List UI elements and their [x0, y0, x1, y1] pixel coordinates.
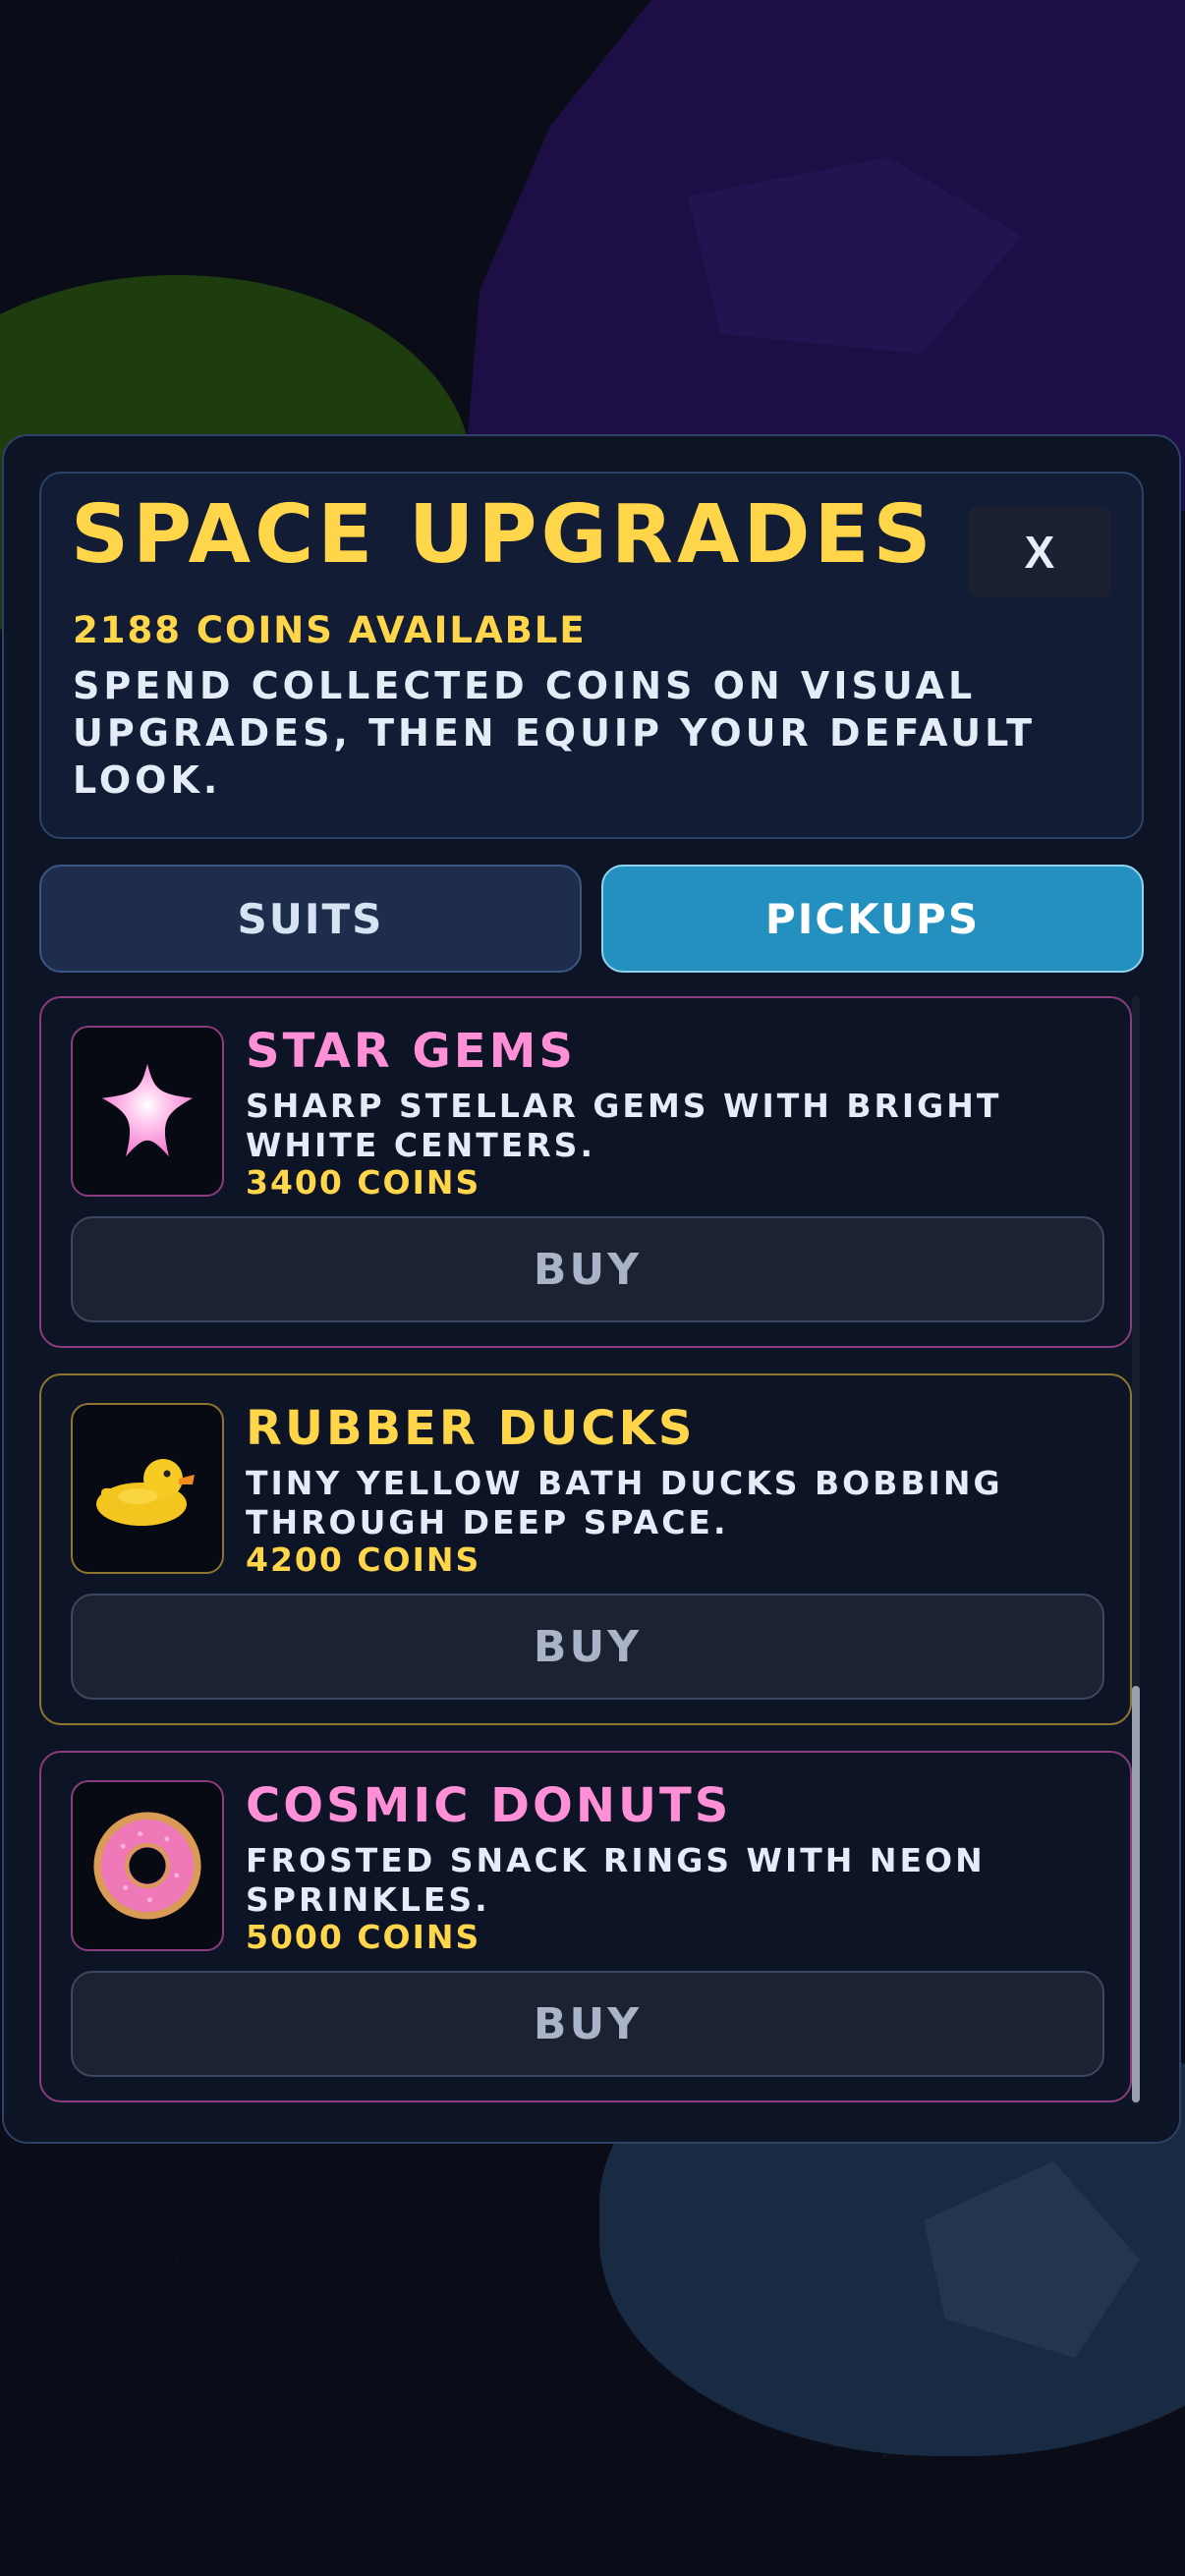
- item-description: SHARP STELLAR GEMS WITH BRIGHT WHITE CEN…: [246, 1087, 1002, 1164]
- pickup-list[interactable]: STAR GEMS SHARP STELLAR GEMS WITH BRIGHT…: [39, 996, 1132, 2104]
- list-item-cosmic-donuts: COSMIC DONUTS FROSTED SNACK RINGS WITH N…: [39, 1751, 1132, 2102]
- item-name: COSMIC DONUTS: [246, 1778, 732, 1833]
- buy-button[interactable]: BUY: [71, 1594, 1104, 1700]
- tab-suits[interactable]: SUITS: [39, 865, 582, 973]
- rubber-duck-icon: [71, 1403, 224, 1574]
- item-name: RUBBER DUCKS: [246, 1401, 696, 1456]
- item-description: FROSTED SNACK RINGS WITH NEON SPRINKLES.: [246, 1841, 986, 1919]
- item-price: 5000 COINS: [246, 1918, 481, 1956]
- modal-title: SPACE UPGRADES: [71, 488, 935, 582]
- list-item-star-gems: STAR GEMS SHARP STELLAR GEMS WITH BRIGHT…: [39, 996, 1132, 1348]
- list-item-rubber-ducks: RUBBER DUCKS TINY YELLOW BATH DUCKS BOBB…: [39, 1373, 1132, 1725]
- modal-description: SPEND COLLECTED COINS ON VISUAL UPGRADES…: [73, 664, 1037, 802]
- item-name: STAR GEMS: [246, 1024, 576, 1079]
- buy-button[interactable]: BUY: [71, 1971, 1104, 2077]
- star-gem-icon: [71, 1026, 224, 1197]
- item-price: 4200 COINS: [246, 1540, 481, 1579]
- close-button[interactable]: X: [968, 507, 1111, 597]
- item-price: 3400 COINS: [246, 1163, 481, 1202]
- coins-available: 2188 COINS AVAILABLE: [73, 609, 587, 651]
- tab-pickups[interactable]: PICKUPS: [601, 865, 1144, 973]
- donut-icon: [71, 1780, 224, 1951]
- item-description: TINY YELLOW BATH DUCKS BOBBING THROUGH D…: [246, 1464, 1003, 1541]
- buy-button[interactable]: BUY: [71, 1216, 1104, 1322]
- scrollbar-thumb[interactable]: [1132, 1686, 1140, 2102]
